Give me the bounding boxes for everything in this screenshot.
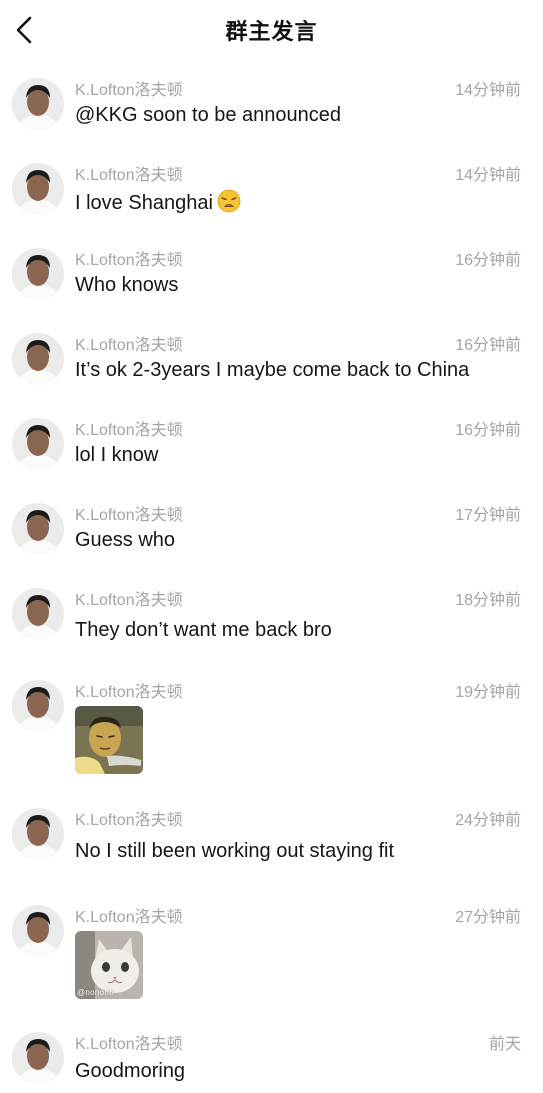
avatar[interactable] xyxy=(12,905,64,957)
chevron-left-icon xyxy=(16,16,32,44)
sender-name: K.Lofton洛夫顿 xyxy=(75,812,183,829)
man-pointing-sticker[interactable] xyxy=(75,706,143,774)
message-time: 19分钟前 xyxy=(455,684,521,701)
message-text: lol I know xyxy=(75,444,159,466)
avatar[interactable] xyxy=(12,248,64,300)
avatar[interactable] xyxy=(12,503,64,555)
message-text: Goodmoring xyxy=(75,1060,186,1082)
sender-name: K.Lofton洛夫顿 xyxy=(75,592,183,609)
message-text: @KKG soon to be announced xyxy=(75,104,342,126)
avatar[interactable] xyxy=(12,78,64,130)
sender-name: K.Lofton洛夫顿 xyxy=(75,82,183,99)
avatar[interactable] xyxy=(12,588,64,640)
message-time: 14分钟前 xyxy=(455,82,521,99)
header: 群主发言 xyxy=(0,0,543,64)
message-time: 16分钟前 xyxy=(455,422,521,439)
message-time: 18分钟前 xyxy=(455,592,521,609)
page: 群主发言 K.Lofton洛夫顿 14分钟前 @KKG soon to be a… xyxy=(0,0,543,1093)
message-text: No I still been working out staying fit xyxy=(75,840,395,862)
sender-name: K.Lofton洛夫顿 xyxy=(75,252,183,269)
cat-sticker[interactable]: @nonono xyxy=(75,931,143,999)
message-time: 14分钟前 xyxy=(455,167,521,184)
sender-name: K.Lofton洛夫顿 xyxy=(75,909,183,926)
sender-name: K.Lofton洛夫顿 xyxy=(75,167,183,184)
weary-face-emoji-icon xyxy=(217,189,241,219)
avatar[interactable] xyxy=(12,418,64,470)
avatar[interactable] xyxy=(12,163,64,215)
page-title: 群主发言 xyxy=(225,19,318,44)
avatar[interactable] xyxy=(12,680,64,732)
avatar[interactable] xyxy=(12,1032,64,1084)
message-text: Guess who xyxy=(75,529,176,551)
message-text: I love Shanghai xyxy=(75,189,241,219)
back-button[interactable] xyxy=(8,12,40,48)
sender-name: K.Lofton洛夫顿 xyxy=(75,507,183,524)
message-time: 17分钟前 xyxy=(455,507,521,524)
avatar[interactable] xyxy=(12,333,64,385)
sender-name: K.Lofton洛夫顿 xyxy=(75,422,183,439)
message-time: 24分钟前 xyxy=(455,812,521,829)
message-time: 27分钟前 xyxy=(455,909,521,926)
sender-name: K.Lofton洛夫顿 xyxy=(75,1036,183,1053)
sender-name: K.Lofton洛夫顿 xyxy=(75,684,183,701)
sticker-caption: @nonono xyxy=(77,988,114,997)
message-time: 16分钟前 xyxy=(455,337,521,354)
message-time: 16分钟前 xyxy=(455,252,521,269)
message-time: 前天 xyxy=(488,1036,521,1053)
message-text: Who knows xyxy=(75,274,179,296)
message-text: It’s ok 2-3years I maybe come back to Ch… xyxy=(75,359,470,381)
avatar[interactable] xyxy=(12,808,64,860)
sender-name: K.Lofton洛夫顿 xyxy=(75,337,183,354)
message-text: They don’t want me back bro xyxy=(75,619,332,641)
